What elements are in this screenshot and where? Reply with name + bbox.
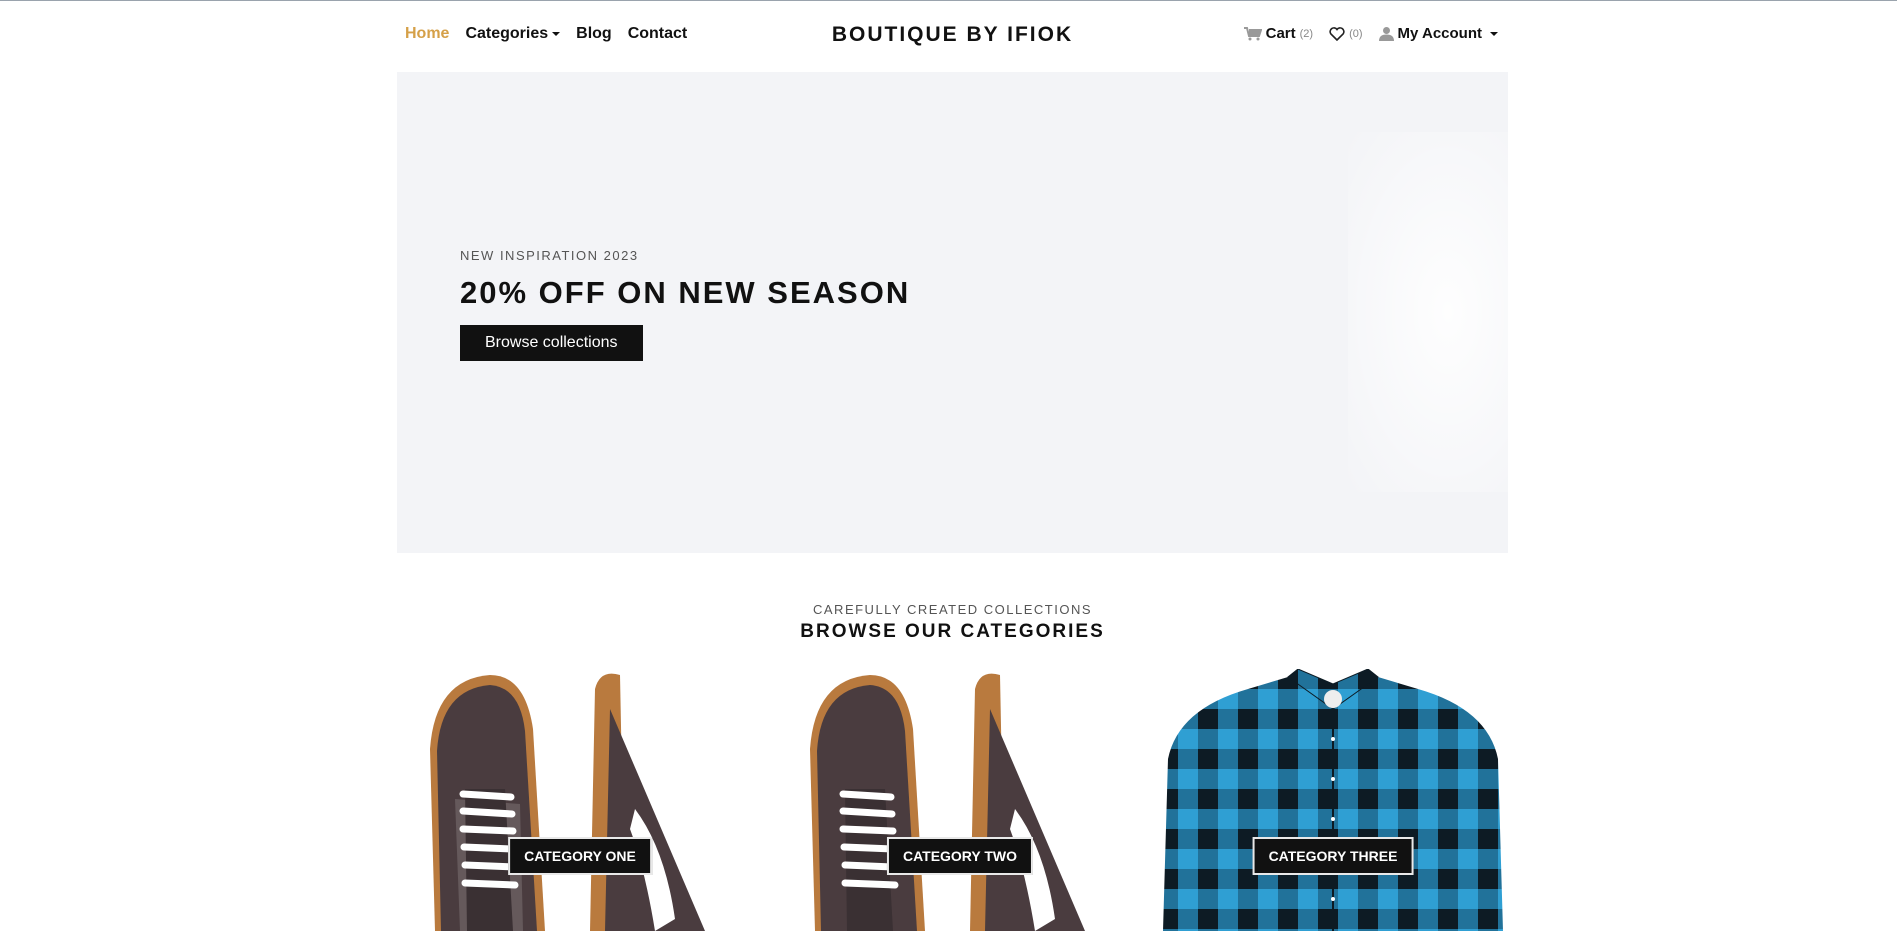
header-actions: Cart (2) (0) My Account <box>1243 25 1498 42</box>
plaid-shirt-image <box>1163 669 1503 931</box>
section-subtitle: CAREFULLY CREATED COLLECTIONS <box>813 602 1092 617</box>
hero-decoration <box>1348 132 1508 492</box>
category-card[interactable]: CATEGORY THREE <box>1158 669 1508 931</box>
category-label[interactable]: CATEGORY ONE <box>508 837 652 875</box>
category-card[interactable]: CATEGORY TWO <box>785 669 1135 931</box>
sneakers-image <box>810 673 1085 931</box>
hero-banner: NEW INSPIRATION 2023 20% OFF ON NEW SEAS… <box>397 72 1508 553</box>
cart-icon <box>1243 26 1262 41</box>
account-label: My Account <box>1397 25 1482 42</box>
cart-label: Cart <box>1265 25 1296 42</box>
cart-link[interactable]: Cart (2) <box>1243 25 1314 42</box>
category-label[interactable]: CATEGORY THREE <box>1252 837 1414 875</box>
cart-count: (2) <box>1299 27 1314 40</box>
caret-down-icon <box>1490 31 1498 36</box>
category-label[interactable]: CATEGORY TWO <box>886 837 1034 875</box>
account-dropdown[interactable]: My Account <box>1378 25 1498 42</box>
browse-collections-button[interactable]: Browse collections <box>460 325 643 361</box>
heart-icon <box>1329 26 1345 41</box>
category-grid: CATEGORY ONE CATEGORY TWO CATEGORY THREE <box>397 669 1508 931</box>
sneakers-image <box>430 673 705 931</box>
section-title: BROWSE OUR CATEGORIES <box>800 621 1105 642</box>
site-header: Home Categories Blog Contact BOUTIQUE BY… <box>397 1 1508 71</box>
hero-eyebrow: NEW INSPIRATION 2023 <box>460 248 639 263</box>
wishlist-link[interactable]: (0) <box>1329 26 1363 41</box>
hero-title: 20% OFF ON NEW SEASON <box>460 275 911 310</box>
hero-content: NEW INSPIRATION 2023 20% OFF ON NEW SEAS… <box>460 248 910 361</box>
categories-section-header: CAREFULLY CREATED COLLECTIONS BROWSE OUR… <box>397 602 1508 643</box>
category-card[interactable]: CATEGORY ONE <box>405 669 755 931</box>
wishlist-count: (0) <box>1349 27 1363 40</box>
user-icon <box>1378 26 1394 41</box>
